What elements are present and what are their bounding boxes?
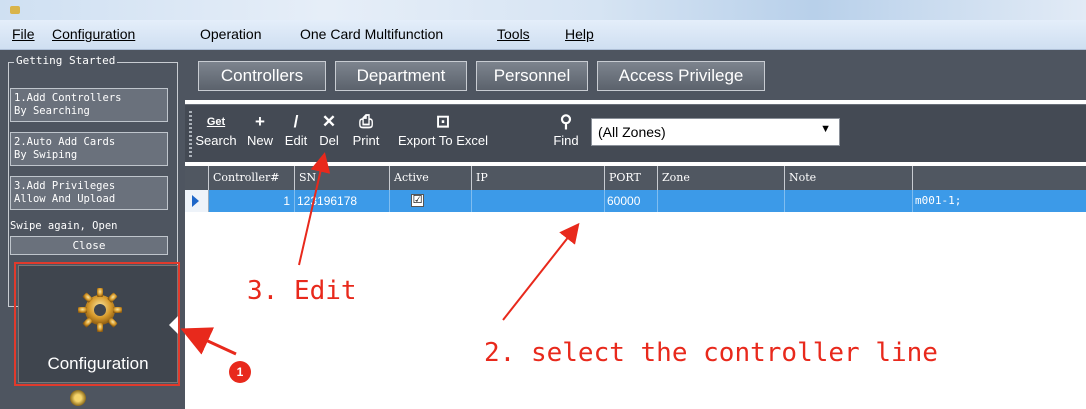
row-selector[interactable] bbox=[185, 190, 209, 212]
app-icon bbox=[10, 6, 20, 14]
header-extra[interactable] bbox=[913, 166, 1086, 190]
delete-button[interactable]: ✕ Del bbox=[313, 111, 345, 148]
printer-icon: ⎙ bbox=[359, 112, 373, 131]
step-3-line2: Allow And Upload bbox=[14, 193, 116, 205]
zone-select-value: (All Zones) bbox=[598, 124, 666, 140]
close-button[interactable]: Close bbox=[10, 236, 168, 255]
menu-configuration[interactable]: Configuration bbox=[52, 26, 135, 42]
cell-ip bbox=[472, 190, 605, 212]
cell-port: 60000 bbox=[605, 190, 658, 212]
cell-note bbox=[785, 190, 913, 212]
search-button[interactable]: Get Search bbox=[191, 111, 241, 148]
header-port[interactable]: PORT bbox=[605, 166, 658, 190]
annotation-edit: 3. Edit bbox=[247, 276, 357, 306]
new-button[interactable]: + New bbox=[243, 111, 277, 148]
annotation-select-controller-line: 2. select the controller line bbox=[484, 338, 938, 368]
plus-icon: + bbox=[255, 112, 265, 131]
pencil-icon: / bbox=[293, 112, 299, 131]
cell-sn: 123196178 bbox=[295, 190, 390, 212]
cell-extra: m001-1; bbox=[915, 194, 962, 207]
excel-icon: ⊡ bbox=[435, 112, 451, 131]
menu-help[interactable]: Help bbox=[565, 26, 594, 42]
cell-controller-number: 1 bbox=[209, 190, 295, 212]
swipe-hint-text: Swipe again, Open bbox=[10, 220, 118, 232]
cell-active: ☑ bbox=[390, 190, 472, 212]
tab-access-privilege[interactable]: Access Privilege bbox=[597, 61, 765, 91]
close-icon: ✕ bbox=[321, 112, 337, 131]
step-3-line1: 3.Add Privileges bbox=[14, 180, 116, 192]
search-icon: ⚲ bbox=[559, 112, 573, 131]
find-label: Find bbox=[553, 133, 579, 148]
tab-department[interactable]: Department bbox=[335, 61, 467, 91]
grid-header: Controller# SN Active IP PORT Zone Note bbox=[185, 166, 1086, 190]
edit-label: Edit bbox=[284, 133, 308, 148]
current-row-indicator-icon bbox=[192, 195, 199, 207]
step-auto-add-cards-button[interactable]: 2.Auto Add Cards By Swiping bbox=[10, 132, 168, 166]
header-ip[interactable]: IP bbox=[472, 166, 605, 190]
header-active[interactable]: Active bbox=[390, 166, 472, 190]
export-label: Export To Excel bbox=[397, 133, 489, 148]
export-to-excel-button[interactable]: ⊡ Export To Excel bbox=[389, 111, 497, 148]
new-label: New bbox=[246, 133, 273, 148]
getting-started-title: Getting Started bbox=[14, 54, 118, 67]
menu-tools[interactable]: Tools bbox=[497, 26, 530, 42]
left-navigation-panel: Getting Started 1.Add Controllers By Sea… bbox=[0, 50, 185, 409]
header-sn[interactable]: SN bbox=[295, 166, 390, 190]
menu-one-card-multifunction[interactable]: One Card Multifunction bbox=[300, 26, 443, 42]
find-button[interactable]: ⚲ Find bbox=[549, 111, 583, 148]
step-add-privileges-button[interactable]: 3.Add Privileges Allow And Upload bbox=[10, 176, 168, 210]
menu-bar: File Configuration Operation One Card Mu… bbox=[0, 20, 1086, 50]
zone-select[interactable]: (All Zones) ▼ bbox=[591, 118, 840, 146]
header-row-selector bbox=[185, 166, 209, 190]
step-2-line1: 2.Auto Add Cards bbox=[14, 136, 116, 148]
table-row[interactable]: 1 123196178 ☑ 60000 m001-1; bbox=[185, 190, 1086, 212]
tab-personnel[interactable]: Personnel bbox=[476, 61, 588, 91]
tab-strip: Controllers Department Personnel Access … bbox=[185, 50, 1086, 100]
window-title-bar bbox=[0, 0, 1086, 20]
step-1-line1: 1.Add Controllers bbox=[14, 92, 122, 104]
print-label: Print bbox=[352, 133, 380, 148]
header-zone[interactable]: Zone bbox=[658, 166, 785, 190]
header-note[interactable]: Note bbox=[785, 166, 913, 190]
step-1-line2: By Searching bbox=[14, 105, 90, 117]
del-label: Del bbox=[319, 133, 339, 148]
print-button[interactable]: ⎙ Print bbox=[346, 111, 386, 148]
get-search-icon: Get bbox=[206, 116, 226, 128]
edit-button[interactable]: / Edit bbox=[279, 111, 313, 148]
menu-operation[interactable]: Operation bbox=[200, 26, 261, 42]
highlight-box bbox=[14, 262, 180, 386]
header-controller-number[interactable]: Controller# bbox=[209, 166, 295, 190]
step-add-controllers-button[interactable]: 1.Add Controllers By Searching bbox=[10, 88, 168, 122]
next-tile-icon[interactable] bbox=[70, 390, 86, 406]
step-2-line2: By Swiping bbox=[14, 149, 78, 161]
toolbar: Get Search + New / Edit ✕ Del ⎙ Print ⊡ … bbox=[185, 104, 1086, 162]
menu-file[interactable]: File bbox=[12, 26, 35, 42]
cell-zone bbox=[658, 190, 785, 212]
active-checkbox[interactable]: ☑ bbox=[411, 194, 424, 207]
step-badge: 1 bbox=[229, 361, 251, 383]
chevron-down-icon: ▼ bbox=[820, 123, 831, 135]
tab-controllers[interactable]: Controllers bbox=[198, 61, 326, 91]
search-label: Search bbox=[195, 133, 237, 148]
